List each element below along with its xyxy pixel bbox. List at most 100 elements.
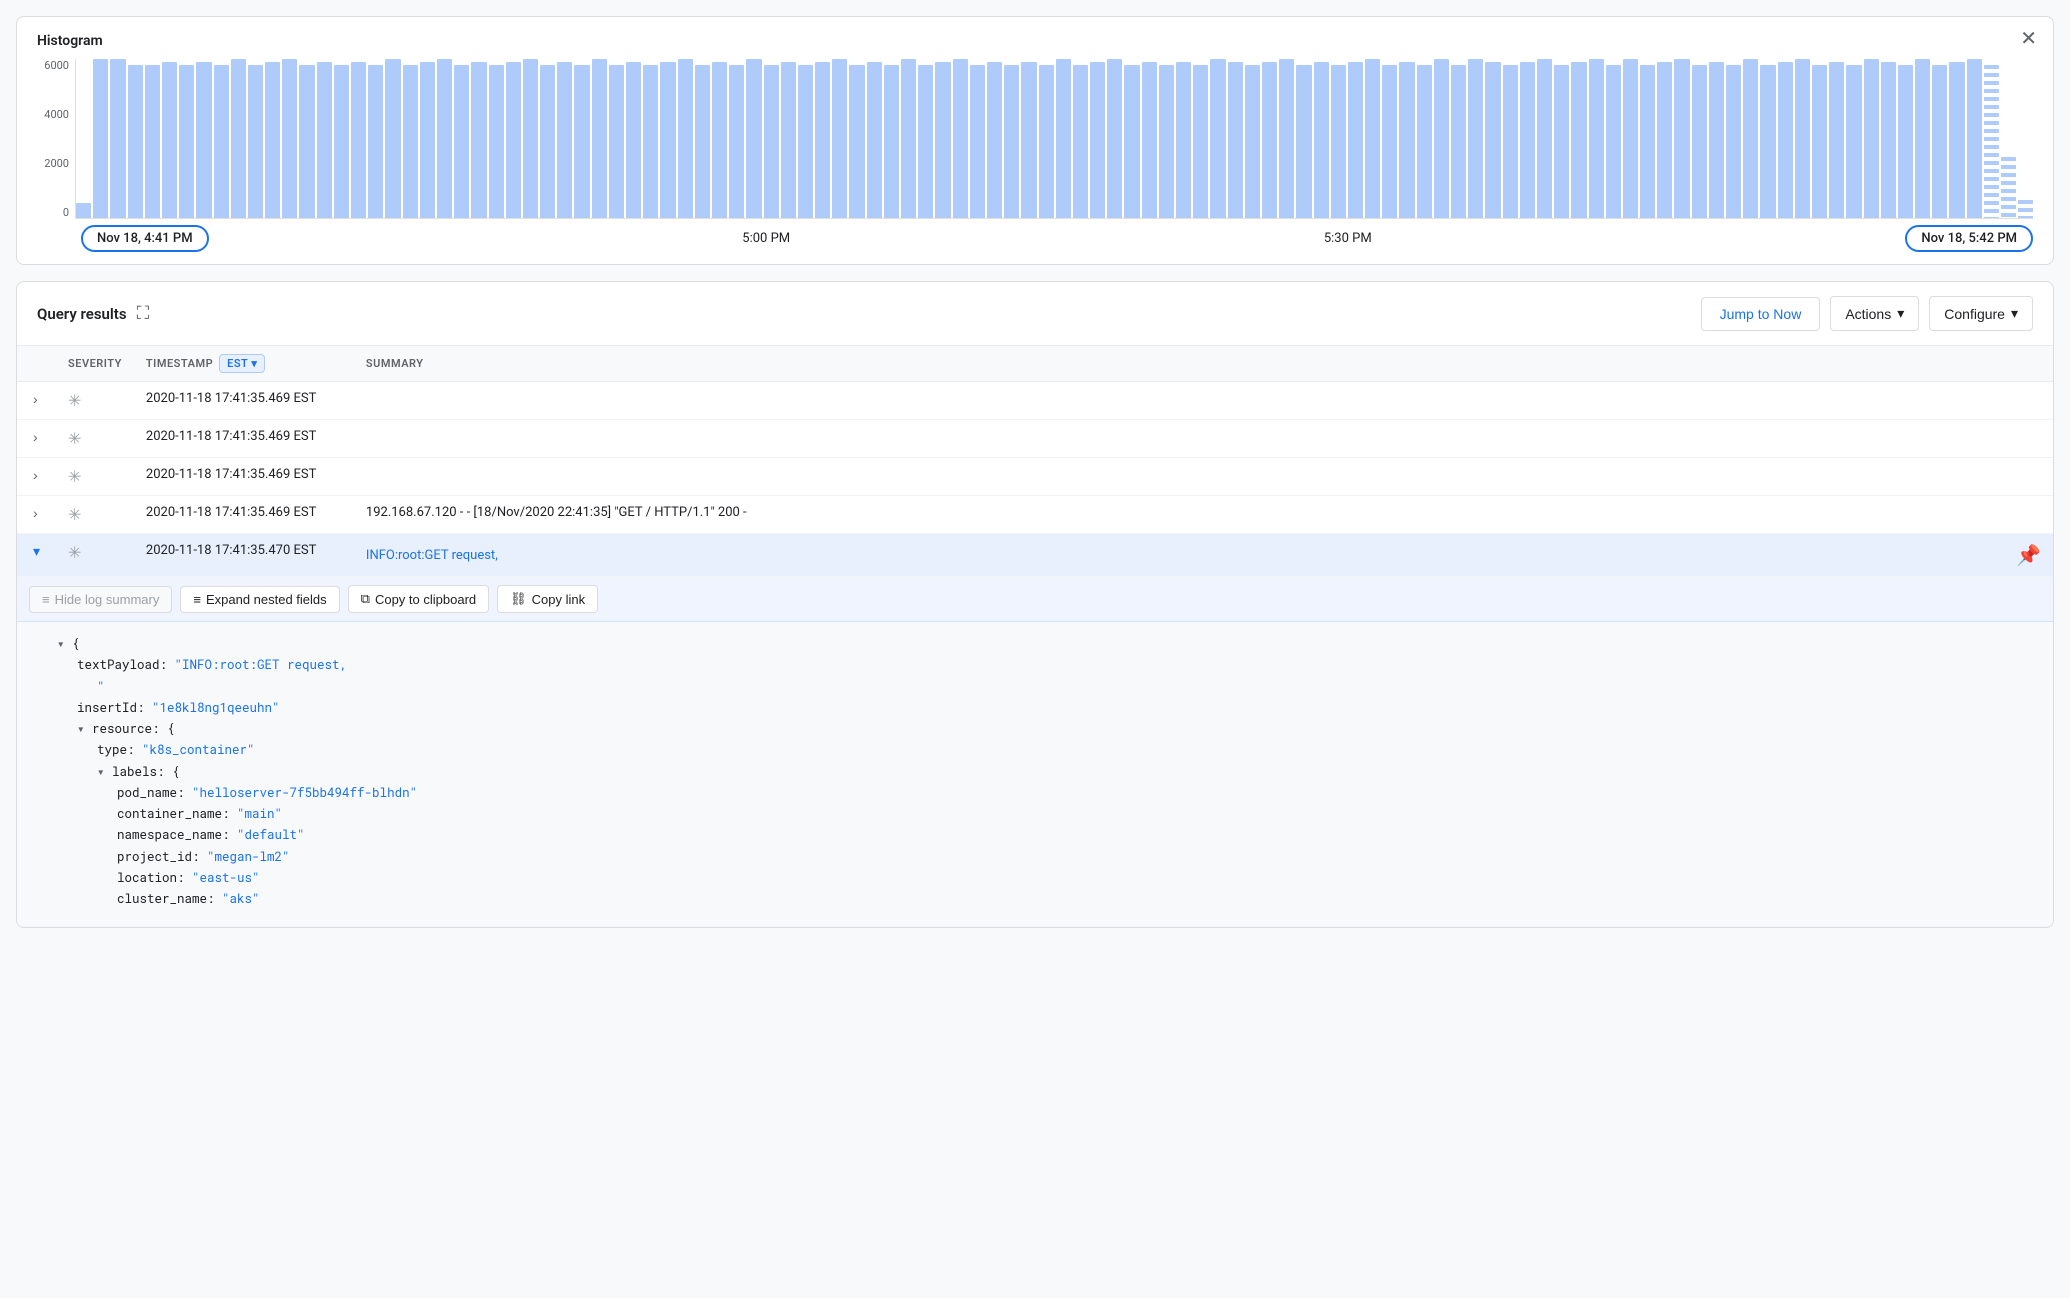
copy-link-button[interactable]: ⛓ Copy link — [497, 585, 598, 613]
histogram-bar — [987, 62, 1002, 218]
timestamp-value: 2020-11-18 17:41:35.469 EST — [146, 467, 316, 482]
histogram-bar — [282, 59, 297, 218]
collapse-labels-arrow[interactable]: ▾ — [97, 764, 105, 780]
row-timestamp-cell: 2020-11-18 17:41:35.470 EST — [134, 534, 354, 577]
histogram-bar — [506, 62, 521, 218]
histogram-bar — [1228, 62, 1243, 218]
histogram-bar — [1159, 65, 1174, 218]
histogram-bar — [746, 59, 761, 218]
actions-label: Actions — [1845, 306, 1891, 322]
histogram-bar — [334, 65, 349, 218]
row-expand-button[interactable]: › — [29, 467, 42, 483]
histogram-bar — [214, 65, 229, 218]
histogram-bar — [574, 65, 589, 218]
expand-nested-fields-button[interactable]: ≡ Expand nested fields — [180, 586, 339, 613]
histogram-title: Histogram — [37, 33, 2033, 49]
table-row-expanded: ▾ ✳ 2020-11-18 17:41:35.470 EST INFO:roo… — [17, 534, 2053, 577]
json-project-id-line: project_id: "megan-lm2" — [117, 847, 2037, 868]
time-end-label[interactable]: Nov 18, 5:42 PM — [1905, 225, 2033, 252]
histogram-bar — [128, 65, 143, 218]
row-summary-cell — [354, 382, 2053, 420]
row-expand-cell: › — [17, 382, 56, 420]
hide-log-summary-button[interactable]: ≡ Hide log summary — [29, 586, 172, 613]
histogram-close-button[interactable]: ✕ — [2020, 29, 2037, 49]
histogram-bar — [1399, 62, 1414, 218]
json-pod-name-line: pod_name: "helloserver-7f5bb494ff-blhdn" — [117, 783, 2037, 804]
timezone-badge[interactable]: EST ▾ — [219, 354, 265, 373]
th-timestamp: TIMESTAMP EST ▾ — [134, 346, 354, 382]
histogram-bar — [1778, 62, 1793, 218]
timezone-label: EST — [227, 357, 248, 370]
pin-icon[interactable]: 📌 — [2016, 543, 2041, 567]
json-resource-line: ▾ resource: { — [77, 719, 2037, 740]
histogram-bar — [385, 59, 400, 218]
histogram-bar — [145, 65, 160, 218]
json-type-line: type: "k8s_container" — [97, 740, 2037, 761]
histogram-bar — [643, 65, 658, 218]
table-row: › ✳ 2020-11-18 17:41:35.469 EST 192.168.… — [17, 496, 2053, 534]
histogram-bar — [918, 65, 933, 218]
histogram-bar — [1348, 62, 1363, 218]
row-expand-cell: › — [17, 420, 56, 458]
histogram-bar — [1039, 65, 1054, 218]
row-severity-cell: ✳ — [56, 496, 134, 534]
expanded-content-cell: ≡ Hide log summary ≡ Expand nested field… — [17, 577, 2053, 927]
severity-icon: ✳ — [68, 467, 81, 486]
histogram-bar — [110, 59, 125, 218]
actions-chevron-icon: ▾ — [1897, 305, 1904, 322]
collapse-resource-arrow[interactable]: ▾ — [77, 721, 85, 737]
histogram-bar — [162, 62, 177, 218]
timestamp-label: TIMESTAMP — [146, 357, 213, 370]
row-expand-button[interactable]: › — [29, 391, 42, 407]
configure-button[interactable]: Configure ▾ — [1929, 296, 2033, 331]
table-header-row: SEVERITY TIMESTAMP EST ▾ SUMMARY — [17, 346, 2053, 382]
expand-results-icon[interactable]: ⛶ — [137, 303, 150, 324]
histogram-bar — [1743, 59, 1758, 218]
histogram-bar — [1657, 62, 1672, 218]
json-namespace-line: namespace_name: "default" — [117, 825, 2037, 846]
json-container-name-line: container_name: "main" — [117, 804, 2037, 825]
actions-button[interactable]: Actions ▾ — [1830, 296, 1919, 331]
histogram-bar — [712, 62, 727, 218]
hide-log-icon: ≡ — [42, 592, 50, 607]
histogram-bar — [1932, 65, 1947, 218]
histogram-bar — [1314, 62, 1329, 218]
histogram-bar — [489, 65, 504, 218]
y-axis-label-6000: 6000 — [44, 59, 69, 72]
histogram-bar — [884, 65, 899, 218]
histogram-bar — [1210, 59, 1225, 218]
jump-to-now-button[interactable]: Jump to Now — [1701, 297, 1821, 331]
histogram-bar — [1021, 62, 1036, 218]
timestamp-value: 2020-11-18 17:41:35.469 EST — [146, 429, 316, 444]
histogram-bar — [609, 65, 624, 218]
expand-nested-label: Expand nested fields — [206, 592, 327, 607]
row-timestamp-cell: 2020-11-18 17:41:35.469 EST — [134, 496, 354, 534]
table-row: › ✳ 2020-11-18 17:41:35.469 EST — [17, 420, 2053, 458]
row-severity-cell: ✳ — [56, 382, 134, 420]
histogram-bar — [815, 62, 830, 218]
histogram-bar — [695, 65, 710, 218]
histogram-bar — [1606, 65, 1621, 218]
row-expand-button[interactable]: › — [29, 429, 42, 445]
histogram-bar — [953, 59, 968, 218]
expanded-json-content: ▾ { textPayload: "INFO:root:GET request,… — [17, 622, 2053, 926]
histogram-bar — [2018, 200, 2033, 218]
row-collapse-button[interactable]: ▾ — [29, 543, 44, 560]
histogram-bar — [1881, 62, 1896, 218]
th-expand — [17, 346, 56, 382]
histogram-bar — [1915, 59, 1930, 218]
summary-value: 192.168.67.120 - - [18/Nov/2020 22:41:35… — [366, 505, 747, 520]
row-expand-button[interactable]: › — [29, 505, 42, 521]
histogram-bar — [1967, 59, 1982, 218]
collapse-root-arrow[interactable]: ▾ — [57, 636, 65, 652]
histogram-bars-container — [75, 59, 2033, 219]
histogram-bar — [626, 62, 641, 218]
json-insert-id-line: insertId: "1e8kl8ng1qeeuhn" — [77, 698, 2037, 719]
time-start-label[interactable]: Nov 18, 4:41 PM — [81, 225, 209, 252]
histogram-bar — [1107, 59, 1122, 218]
histogram-bar — [471, 62, 486, 218]
th-severity: SEVERITY — [56, 346, 134, 382]
table-body: › ✳ 2020-11-18 17:41:35.469 EST › ✳ — [17, 382, 2053, 927]
copy-link-label: Copy link — [532, 592, 585, 607]
copy-to-clipboard-button[interactable]: ⧉ Copy to clipboard — [348, 585, 489, 613]
